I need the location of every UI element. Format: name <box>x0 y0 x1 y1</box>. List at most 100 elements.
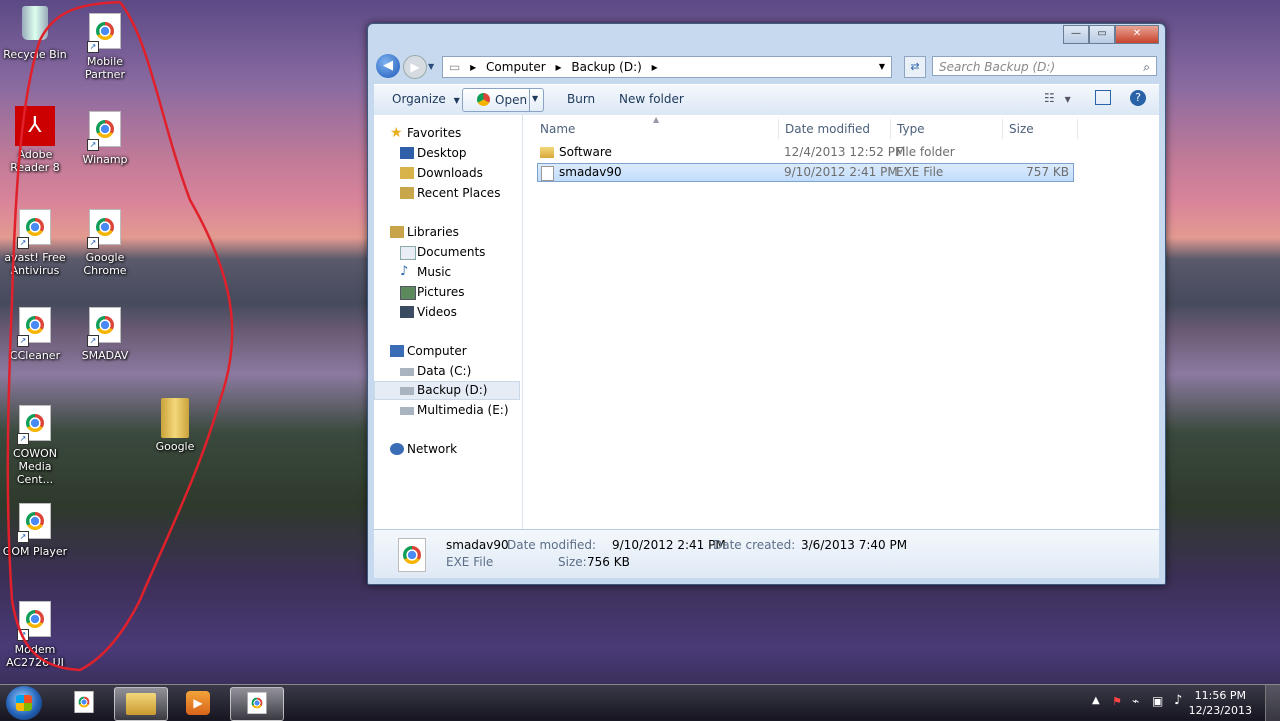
breadcrumb-separator: ▸ <box>651 60 658 74</box>
taskbar-chrome-window[interactable] <box>230 687 284 721</box>
chrome-icon: ↗ <box>15 405 55 445</box>
show-desktop-button[interactable] <box>1265 685 1280 721</box>
forward-button[interactable]: ▶ <box>403 55 427 79</box>
address-dropdown-icon[interactable]: ▼ <box>879 57 885 77</box>
taskbar-explorer[interactable] <box>114 687 168 721</box>
desktop-icon-google-folder[interactable]: Google <box>140 398 210 453</box>
minimize-button[interactable]: — <box>1063 25 1089 44</box>
back-button[interactable]: ◀ <box>376 54 400 78</box>
breadcrumb-separator: ▸ <box>555 60 562 74</box>
view-options-button[interactable]: ☷ ▼ <box>1044 91 1071 105</box>
details-modified-label: Date modified: <box>507 538 597 552</box>
breadcrumb-backup-d[interactable]: Backup (D:) <box>571 60 641 74</box>
desktop-icon-cowon[interactable]: ↗ COWON Media Cent... <box>0 402 70 486</box>
file-row[interactable]: Software 12/4/2013 12:52 PM File folder <box>537 143 1074 162</box>
search-input[interactable]: Search Backup (D:) ⌕ <box>932 56 1157 76</box>
window-caption-buttons: — ▭ ✕ <box>1063 25 1159 44</box>
chrome-icon <box>247 692 267 714</box>
file-row-selected[interactable]: smadav90 9/10/2012 2:41 PM EXE File 757 … <box>537 163 1074 182</box>
preview-pane-button[interactable] <box>1095 90 1111 105</box>
nav-recent-places[interactable]: Recent Places <box>374 184 520 203</box>
nav-videos[interactable]: Videos <box>374 303 520 322</box>
organize-button[interactable]: Organize ▼ <box>392 92 460 106</box>
nav-pictures[interactable]: Pictures <box>374 283 520 302</box>
nav-computer[interactable]: Computer <box>374 342 520 361</box>
refresh-button[interactable]: ⇄ <box>904 56 926 78</box>
open-button[interactable]: Open ▼ <box>462 88 544 112</box>
system-tray: ▲ ⚑ ⌁ ▣ ♪ 11:56 PM 12/23/2013 <box>1080 685 1280 721</box>
recent-places-icon <box>400 187 414 199</box>
open-dropdown-icon[interactable]: ▼ <box>532 94 538 103</box>
new-folder-button[interactable]: New folder <box>619 92 684 106</box>
nav-backup-d[interactable]: Backup (D:) <box>374 381 520 400</box>
maximize-button[interactable]: ▭ <box>1089 25 1115 44</box>
refresh-icon: ⇄ <box>910 60 920 73</box>
desktop-icon <box>400 147 414 159</box>
desktop-icon-label: Mobile Partner <box>85 55 125 81</box>
details-size-label: Size: <box>558 555 587 569</box>
search-placeholder: Search Backup (D:) <box>939 60 1056 74</box>
action-center-icon[interactable]: ⚑ <box>1112 695 1122 708</box>
desktop-icon-modem[interactable]: ↗ Modem AC2726 UI <box>0 598 70 669</box>
column-header-type[interactable]: Type <box>897 119 925 139</box>
help-icon[interactable]: ? <box>1130 90 1146 106</box>
file-type: File folder <box>896 145 955 159</box>
breadcrumb-computer[interactable]: Computer <box>486 60 546 74</box>
desktop-icon-avast[interactable]: ↗ avast! Free Antivirus <box>0 206 70 277</box>
details-created-value: 3/6/2013 7:40 PM <box>801 538 908 552</box>
drive-icon <box>400 407 414 415</box>
desktop-icon-gom-player[interactable]: ↗ GOM Player <box>0 500 70 558</box>
details-size-value: 756 KB <box>587 555 630 569</box>
power-icon[interactable]: ⌁ <box>1132 694 1139 708</box>
nav-downloads[interactable]: Downloads <box>374 164 520 183</box>
desktop-icon-recycle-bin[interactable]: Recycle Bin <box>0 6 70 61</box>
desktop-icon-mobile-partner[interactable]: ↗ Mobile Partner <box>70 10 140 81</box>
column-header-size[interactable]: Size <box>1009 119 1034 139</box>
nav-network[interactable]: Network <box>374 440 520 459</box>
desktop-icon-smadav[interactable]: ↗ SMADAV <box>70 304 140 362</box>
nav-multimedia-e[interactable]: Multimedia (E:) <box>374 401 520 420</box>
nav-music[interactable]: ♪ Music <box>374 263 520 282</box>
desktop-icon-adobe-reader[interactable]: ⅄ Adobe Reader 8 <box>0 106 70 174</box>
taskbar-chrome[interactable] <box>58 687 110 719</box>
chrome-icon: ↗ <box>85 209 125 249</box>
nav-favorites[interactable]: ★ Favorites <box>374 124 520 143</box>
nav-desktop[interactable]: Desktop <box>374 144 520 163</box>
column-header-date[interactable]: Date modified <box>785 119 870 139</box>
desktop-icon-ccleaner[interactable]: ↗ CCleaner <box>0 304 70 362</box>
shortcut-arrow-icon: ↗ <box>17 335 29 347</box>
close-button[interactable]: ✕ <box>1115 25 1159 44</box>
column-header-name[interactable]: Name <box>540 119 575 139</box>
details-pane: smadav90 EXE File Date modified: 9/10/20… <box>374 529 1159 578</box>
show-hidden-icons-icon[interactable]: ▲ <box>1092 695 1100 706</box>
nav-documents[interactable]: Documents <box>374 243 520 262</box>
explorer-window: — ▭ ✕ ◀ ▶ ▼ ▭ ▸ Computer ▸ Backup (D:) ▸… <box>367 23 1166 585</box>
recent-pages-dropdown-icon[interactable]: ▼ <box>428 62 434 71</box>
search-icon: ⌕ <box>1143 60 1150 74</box>
address-bar[interactable]: ▭ ▸ Computer ▸ Backup (D:) ▸ ▼ <box>442 56 892 78</box>
volume-icon[interactable]: ♪ <box>1174 693 1182 708</box>
clock[interactable]: 11:56 PM 12/23/2013 <box>1189 688 1252 718</box>
taskbar-media-player[interactable]: ▶ <box>172 687 224 719</box>
desktop-icon-winamp[interactable]: ↗ Winamp <box>70 108 140 166</box>
desktop-icon-google-chrome[interactable]: ↗ Google Chrome <box>70 206 140 277</box>
shortcut-arrow-icon: ↗ <box>17 531 29 543</box>
desktop-icon-label: Winamp <box>82 153 128 166</box>
start-button[interactable] <box>6 686 42 720</box>
command-bar: Organize ▼ Open ▼ Burn New folder ☷ ▼ ? <box>374 84 1159 116</box>
folder-icon <box>540 147 554 158</box>
burn-button[interactable]: Burn <box>567 92 595 106</box>
adobe-reader-icon: ⅄ <box>15 106 55 146</box>
clock-time: 11:56 PM <box>1194 689 1246 702</box>
exe-file-icon <box>541 166 554 181</box>
chrome-icon: ↗ <box>15 601 55 641</box>
nav-data-c[interactable]: Data (C:) <box>374 362 520 381</box>
shortcut-arrow-icon: ↗ <box>17 629 29 641</box>
network-tray-icon[interactable]: ▣ <box>1152 694 1163 708</box>
libraries-icon <box>390 226 404 238</box>
nav-label: Documents <box>417 245 486 259</box>
downloads-icon <box>400 167 414 179</box>
file-size: 757 KB <box>1026 165 1069 179</box>
details-file-name: smadav90 <box>446 538 509 552</box>
nav-libraries[interactable]: Libraries <box>374 223 520 242</box>
